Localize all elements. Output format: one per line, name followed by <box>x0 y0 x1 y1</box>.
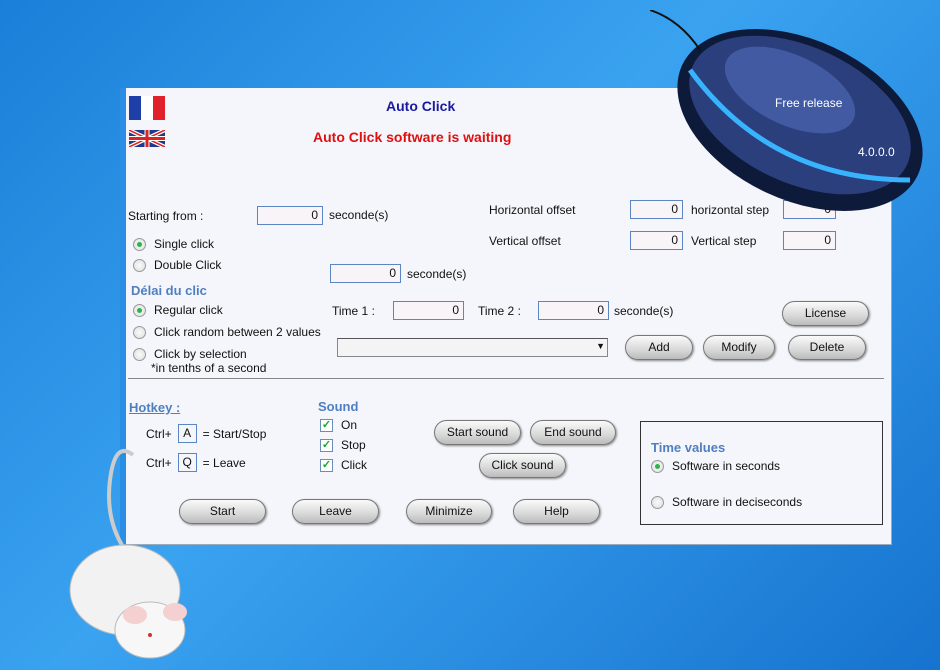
time1-label: Time 1 : <box>332 304 375 318</box>
sound-stop-label: Stop <box>341 438 366 452</box>
regular-click-label: Regular click <box>154 303 223 317</box>
delay-heading: Délai du clic <box>131 283 207 298</box>
add-button[interactable]: Add <box>625 335 693 360</box>
version-label: 4.0.0.0 <box>858 145 895 159</box>
sound-click-label: Click <box>341 458 367 472</box>
seconds-label: Software in seconds <box>672 459 781 473</box>
radio-icon <box>133 237 146 251</box>
time-values-heading: Time values <box>651 440 726 455</box>
time-values-group: Time values Software in seconds Software… <box>640 421 883 525</box>
french-flag-icon[interactable] <box>129 96 165 120</box>
starting-from-unit: seconde(s) <box>329 208 389 222</box>
time-unit: seconde(s) <box>614 304 674 318</box>
random-click-label: Click random between 2 values <box>154 325 321 339</box>
status-text: Auto Click software is waiting <box>313 129 512 145</box>
minimize-button[interactable]: Minimize <box>406 499 492 524</box>
single-click-radio[interactable]: Single click <box>133 237 214 251</box>
check-icon: ✓ <box>320 438 333 452</box>
sound-on-checkbox[interactable]: ✓ On <box>320 418 357 432</box>
sound-click-checkbox[interactable]: ✓ Click <box>320 458 367 472</box>
end-sound-button[interactable]: End sound <box>530 420 616 445</box>
radio-icon <box>651 495 664 509</box>
chevron-down-icon: ▼ <box>596 341 605 351</box>
vertical-offset-input[interactable]: 0 <box>630 231 683 250</box>
radio-icon <box>651 459 664 473</box>
horizontal-offset-label: Horizontal offset <box>489 203 576 217</box>
modify-button[interactable]: Modify <box>703 335 775 360</box>
time2-label: Time 2 : <box>478 304 521 318</box>
start-sound-button[interactable]: Start sound <box>434 420 521 445</box>
ctrl-label: Ctrl+ <box>146 426 172 441</box>
license-button[interactable]: License <box>782 301 869 326</box>
vertical-offset-label: Vertical offset <box>489 234 561 248</box>
double-click-delay-input[interactable]: 0 <box>330 264 401 283</box>
click-sound-button[interactable]: Click sound <box>479 453 566 478</box>
deciseconds-label: Software in deciseconds <box>672 495 803 509</box>
help-button[interactable]: Help <box>513 499 600 524</box>
hotkey-heading: Hotkey : <box>129 400 181 415</box>
check-icon: ✓ <box>320 458 333 472</box>
app-title: Auto Click <box>386 98 456 114</box>
double-click-radio[interactable]: Double Click <box>133 258 221 272</box>
regular-click-radio[interactable]: Regular click <box>133 303 223 317</box>
radio-icon <box>133 258 146 272</box>
single-click-label: Single click <box>154 237 215 251</box>
vertical-step-input[interactable]: 0 <box>783 231 836 250</box>
double-click-delay-unit: seconde(s) <box>407 267 467 281</box>
vertical-step-label: Vertical step <box>691 234 757 248</box>
delete-button[interactable]: Delete <box>788 335 866 360</box>
tenths-note: *in tenths of a second <box>151 361 267 375</box>
uk-flag-icon[interactable] <box>129 130 165 147</box>
computer-mouse-image: Free release 4.0.0.0 <box>649 9 930 220</box>
starting-from-label: Starting from : <box>128 209 204 223</box>
radio-icon <box>133 325 146 339</box>
leave-button[interactable]: Leave <box>292 499 379 524</box>
radio-icon <box>133 347 146 361</box>
sound-on-label: On <box>341 418 358 432</box>
double-click-label: Double Click <box>154 258 222 272</box>
free-release-label: Free release <box>775 96 843 110</box>
time1-input[interactable]: 0 <box>393 301 464 320</box>
check-icon: ✓ <box>320 418 333 432</box>
random-click-radio[interactable]: Click random between 2 values <box>133 325 321 339</box>
radio-icon <box>133 303 146 317</box>
deciseconds-radio[interactable]: Software in deciseconds <box>651 495 802 509</box>
starting-from-input[interactable]: 0 <box>257 206 323 225</box>
sound-stop-checkbox[interactable]: ✓ Stop <box>320 438 366 452</box>
divider <box>128 378 884 379</box>
white-rat-image <box>55 440 215 665</box>
seconds-radio[interactable]: Software in seconds <box>651 459 780 473</box>
start-stop-label: = Start/Stop <box>202 426 267 441</box>
sound-heading: Sound <box>318 399 359 414</box>
selection-click-radio[interactable]: Click by selection <box>133 347 247 361</box>
selection-dropdown[interactable]: ▼ <box>337 338 608 357</box>
time2-input[interactable]: 0 <box>538 301 609 320</box>
selection-click-label: Click by selection <box>154 347 247 361</box>
